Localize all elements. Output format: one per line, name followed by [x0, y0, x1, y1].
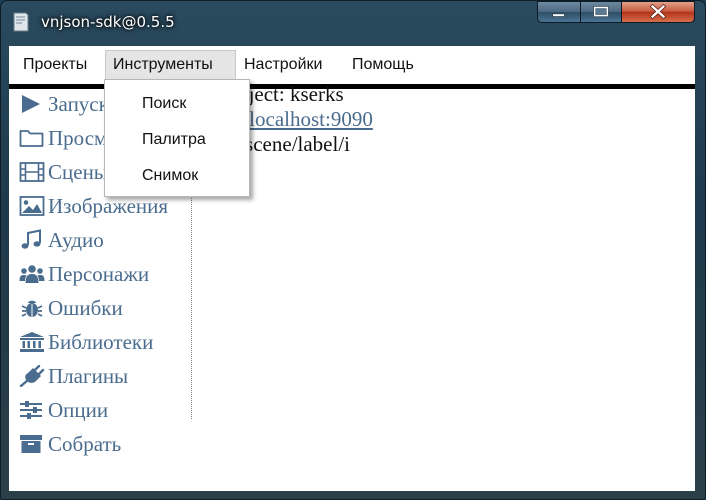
sidebar-item-label: Опции — [48, 397, 109, 422]
film-icon — [19, 161, 45, 183]
maximize-button[interactable] — [580, 1, 622, 23]
image-icon — [19, 195, 45, 217]
bug-icon — [19, 297, 45, 319]
close-icon — [649, 3, 667, 20]
sidebar-item-run[interactable]: Запуск — [19, 89, 109, 119]
folder-icon — [19, 127, 45, 149]
sidebar-item-label: Аудио — [48, 227, 104, 252]
archive-icon — [19, 433, 45, 455]
sidebar-item-scenes[interactable]: Сцены — [19, 157, 108, 187]
sidebar-item-label: Запуск — [48, 91, 109, 116]
plug-icon — [19, 365, 45, 387]
window-title: vnjson-sdk@0.5.5 — [41, 13, 175, 31]
menu-tools[interactable]: Инструменты — [105, 50, 236, 80]
sidebar-item-characters[interactable]: Персонажи — [19, 259, 149, 289]
library-icon — [19, 331, 45, 353]
sidebar-item-libraries[interactable]: Библиотеки — [19, 327, 153, 357]
menu-settings[interactable]: Настройки — [237, 50, 329, 80]
sliders-icon — [19, 399, 45, 421]
menu-item-snapshot[interactable]: Снимок — [142, 165, 198, 187]
app-icon — [12, 12, 30, 32]
tools-dropdown-menu: Поиск Палитра Снимок — [104, 79, 250, 197]
minimize-button[interactable] — [537, 1, 581, 23]
sidebar-item-label: Собрать — [48, 431, 122, 456]
sidebar-item-audio[interactable]: Аудио — [19, 225, 104, 255]
menu-item-search[interactable]: Поиск — [142, 93, 186, 115]
sidebar-item-label: Сцены — [48, 159, 108, 184]
close-button[interactable] — [621, 1, 695, 23]
menu-item-palette[interactable]: Палитра — [142, 129, 206, 151]
play-icon — [19, 93, 45, 115]
sidebar-item-label: Ошибки — [48, 295, 123, 320]
client-area: Проекты Инструменты Настройки Помощь Зап… — [9, 46, 695, 491]
sidebar-item-label: Плагины — [48, 363, 129, 388]
minimize-icon — [552, 13, 565, 17]
title-bar[interactable]: vnjson-sdk@0.5.5 — [1, 1, 705, 45]
sidebar-item-plugins[interactable]: Плагины — [19, 361, 128, 391]
sidebar-item-label: Библиотеки — [48, 329, 154, 354]
sidebar-item-label: Персонажи — [48, 261, 150, 286]
users-icon — [19, 263, 45, 285]
menu-help[interactable]: Помощь — [345, 50, 421, 80]
menu-projects[interactable]: Проекты — [16, 50, 94, 80]
sidebar-item-label: Изображения — [48, 193, 169, 218]
sidebar-item-build[interactable]: Собрать — [19, 429, 121, 459]
music-icon — [19, 229, 45, 251]
maximize-icon — [593, 6, 609, 17]
sidebar-item-options[interactable]: Опции — [19, 395, 108, 425]
sidebar-item-errors[interactable]: Ошибки — [19, 293, 123, 323]
app-window: vnjson-sdk@0.5.5 Проекты Инструменты Нас… — [0, 0, 706, 500]
